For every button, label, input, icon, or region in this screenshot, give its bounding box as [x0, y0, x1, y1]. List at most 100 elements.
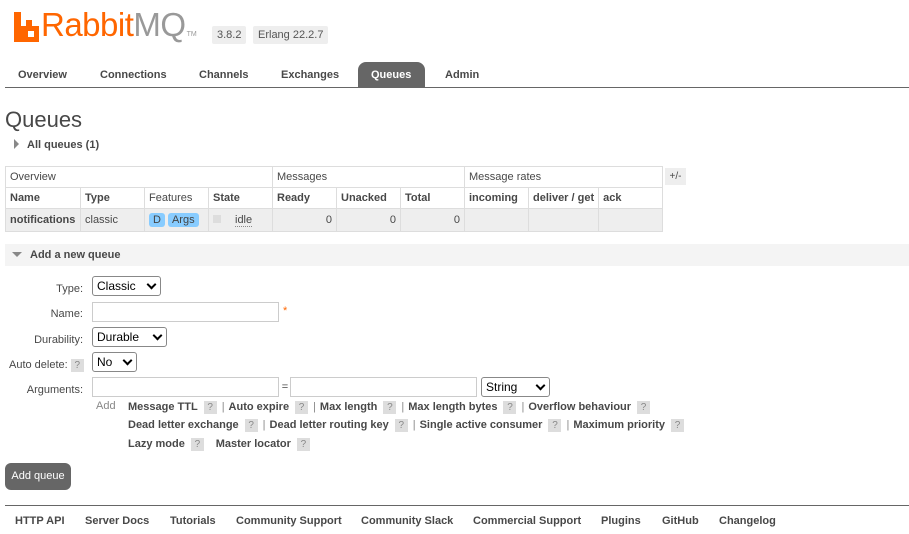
arg-link-maximum-priority[interactable]: Maximum priority [573, 419, 665, 431]
logo-wordmark: RabbitMQ [41, 6, 186, 43]
queue-deliver-get [527, 208, 600, 232]
arg-link-dead-letter-exchange[interactable]: Dead letter exchange [128, 419, 239, 431]
footer-link-server-docs[interactable]: Server Docs [85, 515, 149, 527]
footer-link-community-slack[interactable]: Community Slack [361, 515, 453, 527]
tab-queues[interactable]: Queues [358, 62, 425, 88]
help-icon[interactable]: ? [295, 401, 309, 414]
arg-link-master-locator[interactable]: Master locator [216, 438, 291, 450]
column-toggle-button[interactable]: +/- [665, 168, 686, 185]
arg-link-lazy-mode[interactable]: Lazy mode [128, 438, 185, 450]
footer-link-plugins[interactable]: Plugins [601, 515, 641, 527]
help-icon[interactable]: ? [203, 401, 217, 414]
footer-link-changelog[interactable]: Changelog [719, 515, 776, 527]
argument-shortcuts-row-1: Message TTL? | Auto expire? | Max length? | Ma… [128, 401, 651, 414]
help-icon[interactable]: ? [637, 401, 651, 414]
page-title: Queues [5, 107, 83, 132]
chevron-down-icon [122, 355, 133, 366]
help-icon[interactable]: ? [548, 419, 562, 432]
arguments-label: Arguments: [26, 384, 83, 396]
auto-delete-label: Auto delete: [9, 359, 68, 371]
name-label: Name: [50, 308, 83, 320]
help-icon[interactable]: ? [190, 438, 204, 451]
arg-link-auto-expire[interactable]: Auto expire [229, 401, 290, 413]
footer-link-commercial-support[interactable]: Commercial Support [473, 515, 581, 527]
col-header-total[interactable]: Total [400, 187, 465, 209]
col-header-features: Features [144, 187, 209, 209]
arg-link-overflow-behaviour[interactable]: Overflow behaviour [528, 401, 631, 413]
queues-table: Overview Messages Message rates Name Typ… [5, 166, 664, 232]
version-badge: 3.8.2 [212, 26, 247, 44]
collapse-arrow-icon [12, 252, 22, 257]
queue-type: classic [80, 208, 145, 232]
arg-link-max-length[interactable]: Max length [320, 401, 377, 413]
add-queue-section-bar [5, 244, 909, 266]
add-queue-toggle[interactable]: Add a new queue [12, 249, 120, 261]
footer-link-tutorials[interactable]: Tutorials [170, 515, 216, 527]
footer-link-http-api[interactable]: HTTP API [15, 515, 65, 527]
auto-delete-select-value: No [97, 355, 113, 369]
queue-state-label: idle [235, 214, 253, 227]
help-icon[interactable]: ? [296, 438, 310, 451]
all-queues-label: All queues (1) [27, 139, 100, 151]
argument-shortcuts-row-2: Dead letter exchange? | Dead letter routin… [128, 419, 685, 432]
help-icon[interactable]: ? [394, 419, 408, 432]
arg-link-message-ttl[interactable]: Message TTL [128, 401, 198, 413]
queue-name-input[interactable] [92, 302, 279, 322]
col-header-name[interactable]: Name [5, 187, 81, 209]
auto-delete-help-icon[interactable]: ? [70, 359, 84, 372]
add-queue-section-label: Add a new queue [30, 249, 121, 261]
auto-delete-label-group: Auto delete: ? [9, 359, 89, 372]
col-header-ready[interactable]: Ready [272, 187, 337, 209]
main-tabs: Overview Connections Channels Exchanges … [5, 62, 909, 88]
arg-link-single-active-consumer[interactable]: Single active consumer [420, 419, 543, 431]
table-row: notifications classic D Args idle 0 0 0 [5, 208, 664, 232]
queue-total: 0 [400, 208, 465, 232]
argument-type-select[interactable]: String [481, 377, 550, 397]
type-label: Type: [56, 283, 83, 295]
required-indicator: * [283, 305, 288, 317]
col-header-unacked[interactable]: Unacked [336, 187, 401, 209]
rabbitmq-logo: RabbitMQ TM [14, 8, 197, 42]
tab-exchanges[interactable]: Exchanges [268, 62, 352, 88]
col-header-type[interactable]: Type [80, 187, 145, 209]
group-header-messages: Messages [272, 166, 465, 188]
help-icon[interactable]: ? [244, 419, 258, 432]
col-header-state[interactable]: State [208, 187, 273, 209]
type-select-value: Classic [97, 279, 136, 293]
type-select[interactable]: Classic [92, 276, 161, 296]
col-header-incoming[interactable]: incoming [464, 187, 529, 209]
expand-arrow-icon [14, 139, 19, 149]
footer-link-github[interactable]: GitHub [662, 515, 699, 527]
help-icon[interactable]: ? [383, 401, 397, 414]
footer-link-community-support[interactable]: Community Support [236, 515, 342, 527]
group-header-overview: Overview [5, 166, 273, 188]
state-indicator-icon [213, 215, 221, 223]
logo-trademark: TM [186, 31, 197, 38]
chevron-down-icon [152, 330, 163, 341]
tab-channels[interactable]: Channels [186, 62, 262, 88]
tab-overview[interactable]: Overview [5, 62, 80, 88]
help-icon[interactable]: ? [671, 419, 685, 432]
add-argument-label: Add [96, 400, 116, 412]
arg-link-max-length-bytes[interactable]: Max length bytes [408, 401, 497, 413]
add-queue-button[interactable]: Add queue [5, 463, 71, 490]
equals-sign: = [281, 381, 289, 393]
arg-link-dead-letter-routing-key[interactable]: Dead letter routing key [270, 419, 389, 431]
queue-name-link[interactable]: notifications [5, 208, 81, 232]
tab-admin[interactable]: Admin [432, 62, 492, 88]
col-header-deliver-get[interactable]: deliver / get [527, 187, 600, 209]
auto-delete-select[interactable]: No [92, 352, 137, 372]
all-queues-toggle[interactable]: All queues (1) [14, 139, 99, 151]
argument-value-input[interactable] [290, 377, 477, 397]
durability-select[interactable]: Durable [92, 327, 167, 347]
footer: HTTP API Server Docs Tutorials Community… [5, 505, 909, 534]
queue-ready: 0 [272, 208, 337, 232]
rabbitmq-logo-icon [14, 12, 39, 42]
help-icon[interactable]: ? [503, 401, 517, 414]
queue-features: D Args [144, 208, 209, 232]
queue-unacked: 0 [336, 208, 401, 232]
argument-key-input[interactable] [92, 377, 279, 397]
col-header-ack[interactable]: ack [598, 187, 664, 209]
tab-connections[interactable]: Connections [87, 62, 180, 88]
chevron-down-icon [535, 380, 546, 391]
